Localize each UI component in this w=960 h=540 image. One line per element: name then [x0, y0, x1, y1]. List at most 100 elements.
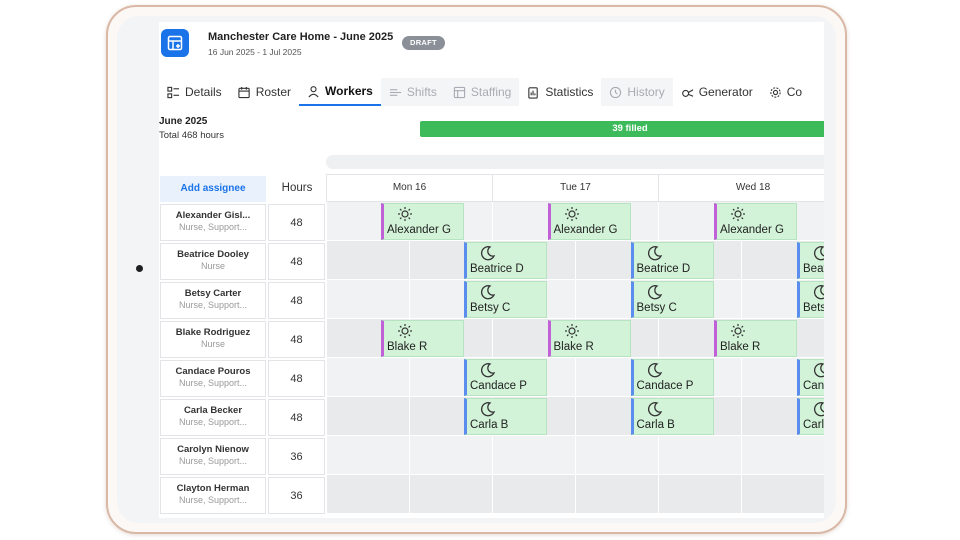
- grid-column-divider: [741, 202, 742, 518]
- worker-name: Alexander Gisl...: [175, 210, 251, 221]
- day-shift-block[interactable]: Blake R: [381, 320, 464, 357]
- total-hours: Total 468 hours: [159, 130, 224, 141]
- hours-column-header: Hours: [281, 182, 313, 194]
- night-shift-block[interactable]: Betsy C: [464, 281, 547, 318]
- night-shift-block[interactable]: Beatrice D: [464, 242, 547, 279]
- worker-row[interactable]: Betsy Carter Nurse, Support...: [160, 282, 266, 319]
- moon-icon: [814, 246, 824, 261]
- tab-history[interactable]: History: [601, 78, 673, 106]
- night-shift-block[interactable]: Beatrice D: [630, 242, 714, 279]
- shift-assignee-label: Betsy C: [803, 302, 824, 314]
- day-header: Wed 18: [658, 174, 824, 202]
- tab-history-label: History: [627, 85, 665, 99]
- worker-name: Clayton Herman: [176, 483, 250, 494]
- tab-details-label: Details: [185, 85, 222, 99]
- shift-assignee-label: Betsy C: [470, 302, 511, 314]
- night-shift-block[interactable]: Candace P: [797, 359, 824, 396]
- moon-icon: [481, 402, 496, 417]
- date-range: 16 Jun 2025 - 1 Jul 2025: [208, 47, 302, 57]
- day-shift-block[interactable]: Alexander G: [547, 203, 631, 240]
- shift-assignee-label: Alexander G: [720, 224, 784, 236]
- worker-role: Nurse: [200, 261, 225, 271]
- tab-workers[interactable]: Workers: [299, 78, 381, 106]
- night-shift-block[interactable]: Carla B: [797, 398, 824, 435]
- shift-assignee-label: Beatrice D: [636, 263, 691, 275]
- worker-hours: 48: [268, 399, 325, 436]
- worker-role: Nurse, Support...: [178, 495, 248, 505]
- staffing-icon: [453, 86, 466, 98]
- worker-row[interactable]: Carla Becker Nurse, Support...: [160, 399, 266, 436]
- roster-grid: Alexander G Alexander G Alexander G Beatric…: [326, 202, 824, 518]
- tablet-camera: [136, 265, 143, 272]
- shift-assignee-label: Candace P: [470, 380, 527, 392]
- worker-row[interactable]: Alexander Gisl... Nurse, Support...: [160, 204, 266, 241]
- shift-assignee-label: Alexander G: [387, 224, 451, 236]
- sun-icon: [398, 207, 412, 221]
- moon-icon: [814, 363, 824, 378]
- worker-row[interactable]: Beatrice Dooley Nurse: [160, 243, 266, 280]
- moon-icon: [481, 246, 496, 261]
- moon-icon: [647, 363, 662, 378]
- shift-assignee-label: Candace P: [636, 380, 694, 392]
- worker-hours: 48: [268, 243, 325, 280]
- shift-assignee-label: Carla B: [803, 419, 824, 431]
- night-shift-block[interactable]: Carla B: [630, 398, 714, 435]
- day-shift-block[interactable]: Alexander G: [381, 203, 464, 240]
- grid-column-divider: [575, 202, 576, 518]
- app-screen: Manchester Care Home - June 2025 16 Jun …: [159, 22, 824, 518]
- shift-assignee-label: Blake R: [720, 341, 761, 353]
- details-icon: [167, 86, 180, 98]
- tab-roster[interactable]: Roster: [230, 78, 299, 106]
- night-shift-block[interactable]: Candace P: [464, 359, 547, 396]
- filled-progress-bar: 39 filled: [420, 121, 824, 137]
- tab-generator[interactable]: Generator: [673, 78, 761, 106]
- day-shift-block[interactable]: Alexander G: [714, 203, 797, 240]
- worker-name: Betsy Carter: [184, 288, 242, 299]
- worker-role: Nurse, Support...: [178, 456, 248, 466]
- page-title: Manchester Care Home - June 2025: [208, 31, 394, 43]
- moon-icon: [481, 285, 496, 300]
- tab-shifts[interactable]: Shifts: [380, 78, 445, 106]
- sun-icon: [398, 324, 412, 338]
- worker-hours: 48: [268, 360, 325, 397]
- roster-grid-icon: [161, 29, 189, 57]
- worker-hours: 48: [268, 321, 325, 358]
- shift-assignee-label: Carla B: [470, 419, 509, 431]
- shift-assignee-label: Beatrice D: [803, 263, 824, 275]
- day-shift-block[interactable]: Blake R: [547, 320, 631, 357]
- worker-row[interactable]: Clayton Herman Nurse, Support...: [160, 477, 266, 514]
- worker-role: Nurse, Support...: [178, 417, 248, 427]
- sun-icon: [731, 207, 745, 221]
- moon-icon: [814, 285, 824, 300]
- tab-staffing[interactable]: Staffing: [444, 78, 520, 106]
- shift-assignee-label: Blake R: [553, 341, 594, 353]
- horizontal-scrollbar[interactable]: [326, 155, 824, 169]
- worker-role: Nurse, Support...: [178, 378, 248, 388]
- worker-row[interactable]: Candace Pouros Nurse, Support...: [160, 360, 266, 397]
- add-assignee-button[interactable]: Add assignee: [160, 176, 266, 202]
- worker-name: Carolyn Nienow: [177, 444, 249, 455]
- statistics-icon: [528, 86, 539, 99]
- night-shift-block[interactable]: Betsy C: [797, 281, 824, 318]
- sun-icon: [731, 324, 745, 338]
- worker-hours: 48: [268, 282, 325, 319]
- night-shift-block[interactable]: Beatrice D: [797, 242, 824, 279]
- worker-row[interactable]: Blake Rodriguez Nurse: [160, 321, 266, 358]
- shift-assignee-label: Carla B: [636, 419, 675, 431]
- tab-configuration[interactable]: Co: [761, 78, 810, 106]
- moon-icon: [481, 363, 496, 378]
- night-shift-block[interactable]: Candace P: [630, 359, 714, 396]
- tab-statistics[interactable]: Statistics: [519, 78, 601, 106]
- day-header: Tue 17: [492, 174, 659, 202]
- night-shift-block[interactable]: Betsy C: [630, 281, 714, 318]
- status-badge: DRAFT: [402, 36, 445, 50]
- moon-icon: [647, 285, 662, 300]
- shifts-icon: [389, 88, 401, 96]
- tab-details[interactable]: Details: [159, 78, 230, 106]
- day-shift-block[interactable]: Blake R: [714, 320, 797, 357]
- worker-row[interactable]: Carolyn Nienow Nurse, Support...: [160, 438, 266, 475]
- worker-name: Candace Pouros: [175, 366, 251, 377]
- worker-role: Nurse, Support...: [178, 222, 248, 232]
- night-shift-block[interactable]: Carla B: [464, 398, 547, 435]
- sun-icon: [564, 324, 579, 338]
